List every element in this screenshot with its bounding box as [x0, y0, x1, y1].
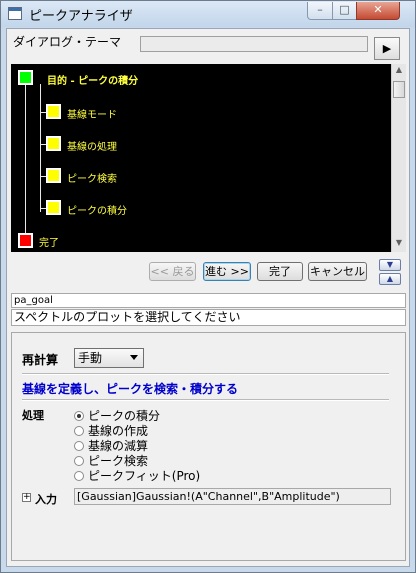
radio-icon[interactable] [74, 470, 84, 481]
process-label: 処理 [22, 409, 44, 422]
radio-icon[interactable] [74, 425, 84, 436]
dialog-theme-combo[interactable] [140, 36, 368, 52]
input-range-field[interactable]: [Gaussian]Gaussian!(A"Channel",B"Amplitu… [74, 488, 391, 505]
collapse-up-button[interactable]: ▲ [379, 273, 401, 285]
expand-plus-icon[interactable]: + [22, 493, 31, 502]
page-name-field: pa_goal [11, 293, 406, 308]
window-title: ピークアナライザ [29, 9, 133, 24]
collapse-down-button[interactable]: ▼ [379, 259, 401, 271]
recalculate-value: 手動 [78, 351, 103, 365]
recalculate-label: 再計算 [22, 353, 59, 367]
minimize-button[interactable]: – [307, 2, 333, 20]
flowchart-scrollbar[interactable]: ▲ ▼ [391, 64, 406, 252]
radio-label: ピークフィット(Pro) [88, 469, 201, 483]
settings-panel: 再計算 手動 基線を定義し、ピークを検索・積分する 処理 ピークの積分 基線の作… [11, 332, 406, 561]
done-label[interactable]: 完了 [39, 234, 59, 249]
radio-icon[interactable] [74, 440, 84, 451]
scroll-down-icon[interactable]: ▼ [392, 238, 406, 250]
minimize-icon: – [317, 3, 323, 16]
close-icon: ✕ [373, 3, 383, 16]
radio-selected-icon[interactable] [74, 410, 84, 421]
step-node-find-peaks[interactable] [46, 168, 61, 183]
app-window-icon [8, 7, 22, 20]
input-label: 入力 [35, 493, 57, 506]
chevron-down-icon: ▼ [386, 260, 394, 269]
next-button[interactable]: 進む >> [203, 262, 251, 281]
flow-trunk-line [25, 76, 26, 241]
maximize-icon: □ [339, 3, 350, 16]
step-label-find-peaks[interactable]: ピーク検索 [67, 170, 117, 185]
step-node-baseline-mode[interactable] [46, 104, 61, 119]
play-arrow-icon: ▶ [382, 42, 392, 55]
radio-label: ピークの積分 [88, 409, 161, 423]
peak-analyzer-window: ピークアナライザ – □ ✕ ダイアログ・テーマ ▶ 目的 - ピークの積分 基… [0, 0, 416, 573]
scroll-up-icon[interactable]: ▲ [392, 65, 406, 77]
radio-label: 基線の作成 [88, 424, 149, 438]
radio-label: ピーク検索 [88, 454, 149, 468]
step-node-baseline-treatment[interactable] [46, 136, 61, 151]
separator [22, 399, 389, 401]
step-label-baseline-mode[interactable]: 基線モード [67, 106, 117, 121]
back-button[interactable]: << 戻る [149, 262, 196, 281]
maximize-button[interactable]: □ [332, 2, 357, 20]
step-node-integrate-peaks[interactable] [46, 200, 61, 215]
goal-node[interactable] [18, 70, 33, 85]
done-node[interactable] [18, 233, 33, 248]
title-bar[interactable]: ピークアナライザ – □ ✕ [1, 1, 415, 27]
radio-option-subtract-baseline[interactable]: 基線の減算 [74, 437, 148, 453]
scroll-thumb[interactable] [393, 81, 405, 98]
dropdown-caret-icon [130, 355, 138, 360]
section-heading: 基線を定義し、ピークを検索・積分する [22, 382, 239, 396]
cancel-button[interactable]: キャンセル [308, 262, 367, 281]
radio-label: 基線の減算 [88, 439, 149, 453]
radio-option-integrate-peaks[interactable]: ピークの積分 [74, 407, 160, 423]
radio-option-find-peaks[interactable]: ピーク検索 [74, 452, 148, 468]
recalculate-select[interactable]: 手動 [74, 348, 144, 368]
radio-icon[interactable] [74, 455, 84, 466]
goal-label[interactable]: 目的 - ピークの積分 [47, 72, 138, 87]
close-button[interactable]: ✕ [356, 2, 400, 20]
page-description: スペクトルのプロットを選択してください [11, 309, 406, 326]
radio-option-create-baseline[interactable]: 基線の作成 [74, 422, 148, 438]
flowchart-panel: 目的 - ピークの積分 基線モード 基線の処理 ピーク検索 ピークの積分 完了 [11, 64, 391, 252]
dialog-body: ダイアログ・テーマ ▶ 目的 - ピークの積分 基線モード 基線の処理 ピーク検… [6, 28, 410, 567]
flow-branch-line [40, 84, 41, 212]
finish-button[interactable]: 完了 [257, 262, 303, 281]
theme-menu-button[interactable]: ▶ [374, 37, 400, 60]
radio-option-peak-fit-pro[interactable]: ピークフィット(Pro) [74, 467, 200, 483]
step-label-integrate-peaks[interactable]: ピークの積分 [67, 202, 127, 217]
dialog-theme-label: ダイアログ・テーマ [13, 35, 122, 49]
chevron-up-icon: ▲ [386, 274, 394, 283]
separator [22, 373, 389, 375]
step-label-baseline-treatment[interactable]: 基線の処理 [67, 138, 117, 153]
